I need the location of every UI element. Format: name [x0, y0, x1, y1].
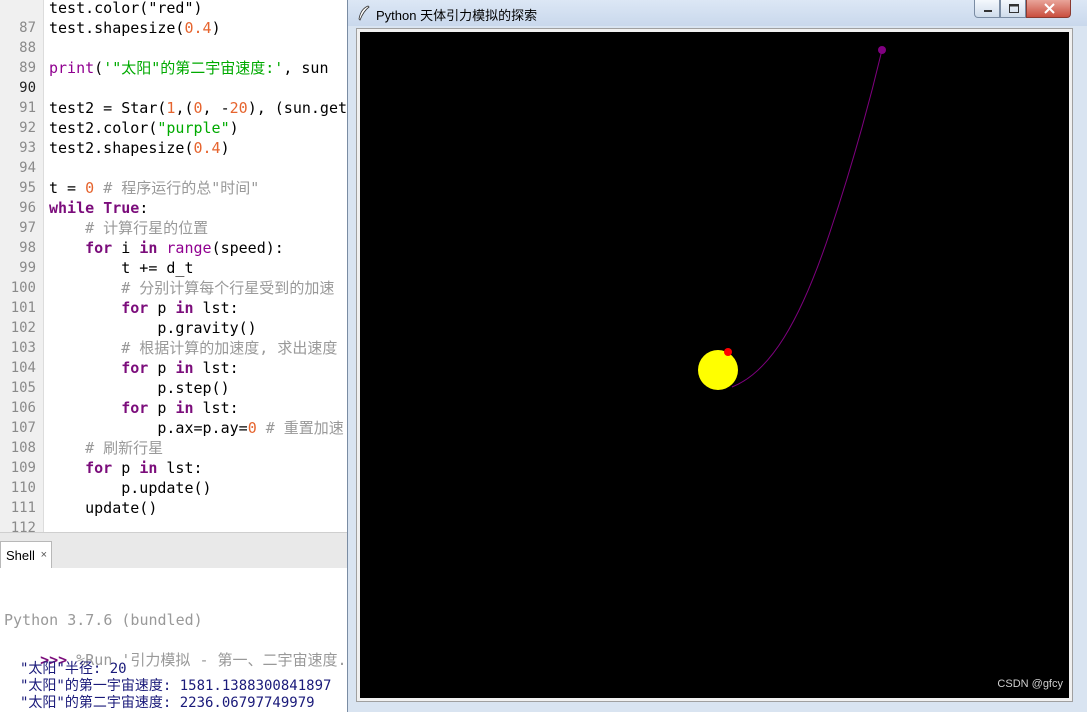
code-text: p.gravity() — [49, 319, 257, 337]
sun — [698, 350, 738, 390]
code-text: for p in lst: — [121, 359, 239, 377]
turtle-window: Python 天体引力模拟的探索 CSDN @gfcy — [347, 0, 1087, 712]
line-number: 110 — [10, 480, 36, 496]
code-text: test2 = Star(1,(0, -20), (sun.get — [49, 99, 348, 117]
code-text: for p in lst: — [121, 399, 239, 417]
orbit-trail — [731, 49, 883, 388]
code-text: # 计算行星的位置 — [85, 219, 209, 237]
code-text: # 刷新行星 — [85, 439, 164, 457]
tab-shell-label: Shell — [6, 548, 35, 563]
close-icon — [1044, 3, 1055, 14]
feather-icon — [358, 5, 370, 21]
code-text: p.ax=p.ay=0 # 重置加速 — [49, 419, 344, 437]
red-planet — [724, 348, 732, 356]
code-text: update() — [49, 499, 158, 517]
code-text: p.update() — [49, 479, 212, 497]
tab-shell[interactable]: Shell × — [0, 541, 52, 568]
line-number: 102 — [10, 320, 36, 336]
line-number: 99 — [19, 260, 36, 276]
line-number: 94 — [19, 160, 36, 176]
code-editor[interactable]: test.color("red") 87 test.shapesize(0.4) 88… — [0, 0, 348, 532]
maximize-button[interactable] — [1000, 0, 1026, 18]
code-text: t = 0 # 程序运行的总"时间" — [49, 179, 260, 197]
shell-output-line: "太阳"的第二宇宙速度: 2236.06797749979 — [20, 695, 315, 711]
line-number: 97 — [19, 220, 36, 236]
code-text: test2.shapesize(0.4) — [49, 139, 230, 157]
watermark: CSDN @gfcy — [997, 678, 1063, 690]
maximize-icon — [1009, 4, 1019, 13]
code-text: print('"太阳"的第二宇宙速度:', sun — [49, 59, 329, 77]
code-text: for p in lst: — [85, 459, 203, 477]
code-text: test.color("red") — [49, 0, 203, 17]
line-number: 89 — [19, 60, 36, 76]
line-number: 96 — [19, 200, 36, 216]
line-number: 104 — [10, 360, 36, 376]
canvas-frame: CSDN @gfcy — [356, 28, 1073, 702]
line-number: 91 — [19, 100, 36, 116]
line-number: 88 — [19, 40, 36, 56]
title-bar[interactable]: Python 天体引力模拟的探索 — [348, 0, 1087, 26]
code-text: test2.color("purple") — [49, 119, 239, 137]
line-number: 95 — [19, 180, 36, 196]
turtle-canvas[interactable]: CSDN @gfcy — [360, 32, 1069, 698]
shell-tab-bar: Shell × — [0, 532, 348, 569]
code-text: for i in range(speed): — [85, 239, 284, 257]
minimize-button[interactable] — [974, 0, 1000, 18]
shell-run-line: >>> %Run '引力模拟 - 第一、二宇宙速度.py — [4, 630, 348, 669]
line-number: 106 — [10, 400, 36, 416]
line-number: 105 — [10, 380, 36, 396]
code-text: # 根据计算的加速度, 求出速度 — [121, 339, 338, 357]
code-text: test.shapesize(0.4) — [49, 19, 221, 37]
line-number: 87 — [19, 20, 36, 36]
minimize-icon — [984, 10, 992, 12]
code-text: t += d_t — [49, 259, 194, 277]
line-number: 103 — [10, 340, 36, 356]
line-number: 101 — [10, 300, 36, 316]
line-number: 112 — [10, 520, 36, 532]
line-number: 100 — [10, 280, 36, 296]
line-number: 93 — [19, 140, 36, 156]
line-number: 109 — [10, 460, 36, 476]
close-button[interactable] — [1026, 0, 1071, 18]
line-number: 98 — [19, 240, 36, 256]
line-number: 111 — [10, 500, 36, 516]
line-number: 107 — [10, 420, 36, 436]
simulation-drawing — [698, 46, 886, 390]
line-number: 108 — [10, 440, 36, 456]
line-number: 90 — [19, 80, 36, 96]
close-icon[interactable]: × — [41, 542, 47, 569]
code-text: p.step() — [49, 379, 230, 397]
window-title: Python 天体引力模拟的探索 — [376, 8, 538, 23]
code-text: while True: — [49, 199, 149, 217]
purple-planet — [878, 46, 886, 54]
line-number: 92 — [19, 120, 36, 136]
shell-version-line: Python 3.7.6 (bundled) — [4, 611, 203, 629]
code-text: for p in lst: — [121, 299, 239, 317]
code-text: # 分别计算每个行星受到的加速 — [121, 279, 335, 297]
shell-console[interactable]: Python 3.7.6 (bundled) >>> %Run '引力模拟 - … — [0, 568, 348, 712]
